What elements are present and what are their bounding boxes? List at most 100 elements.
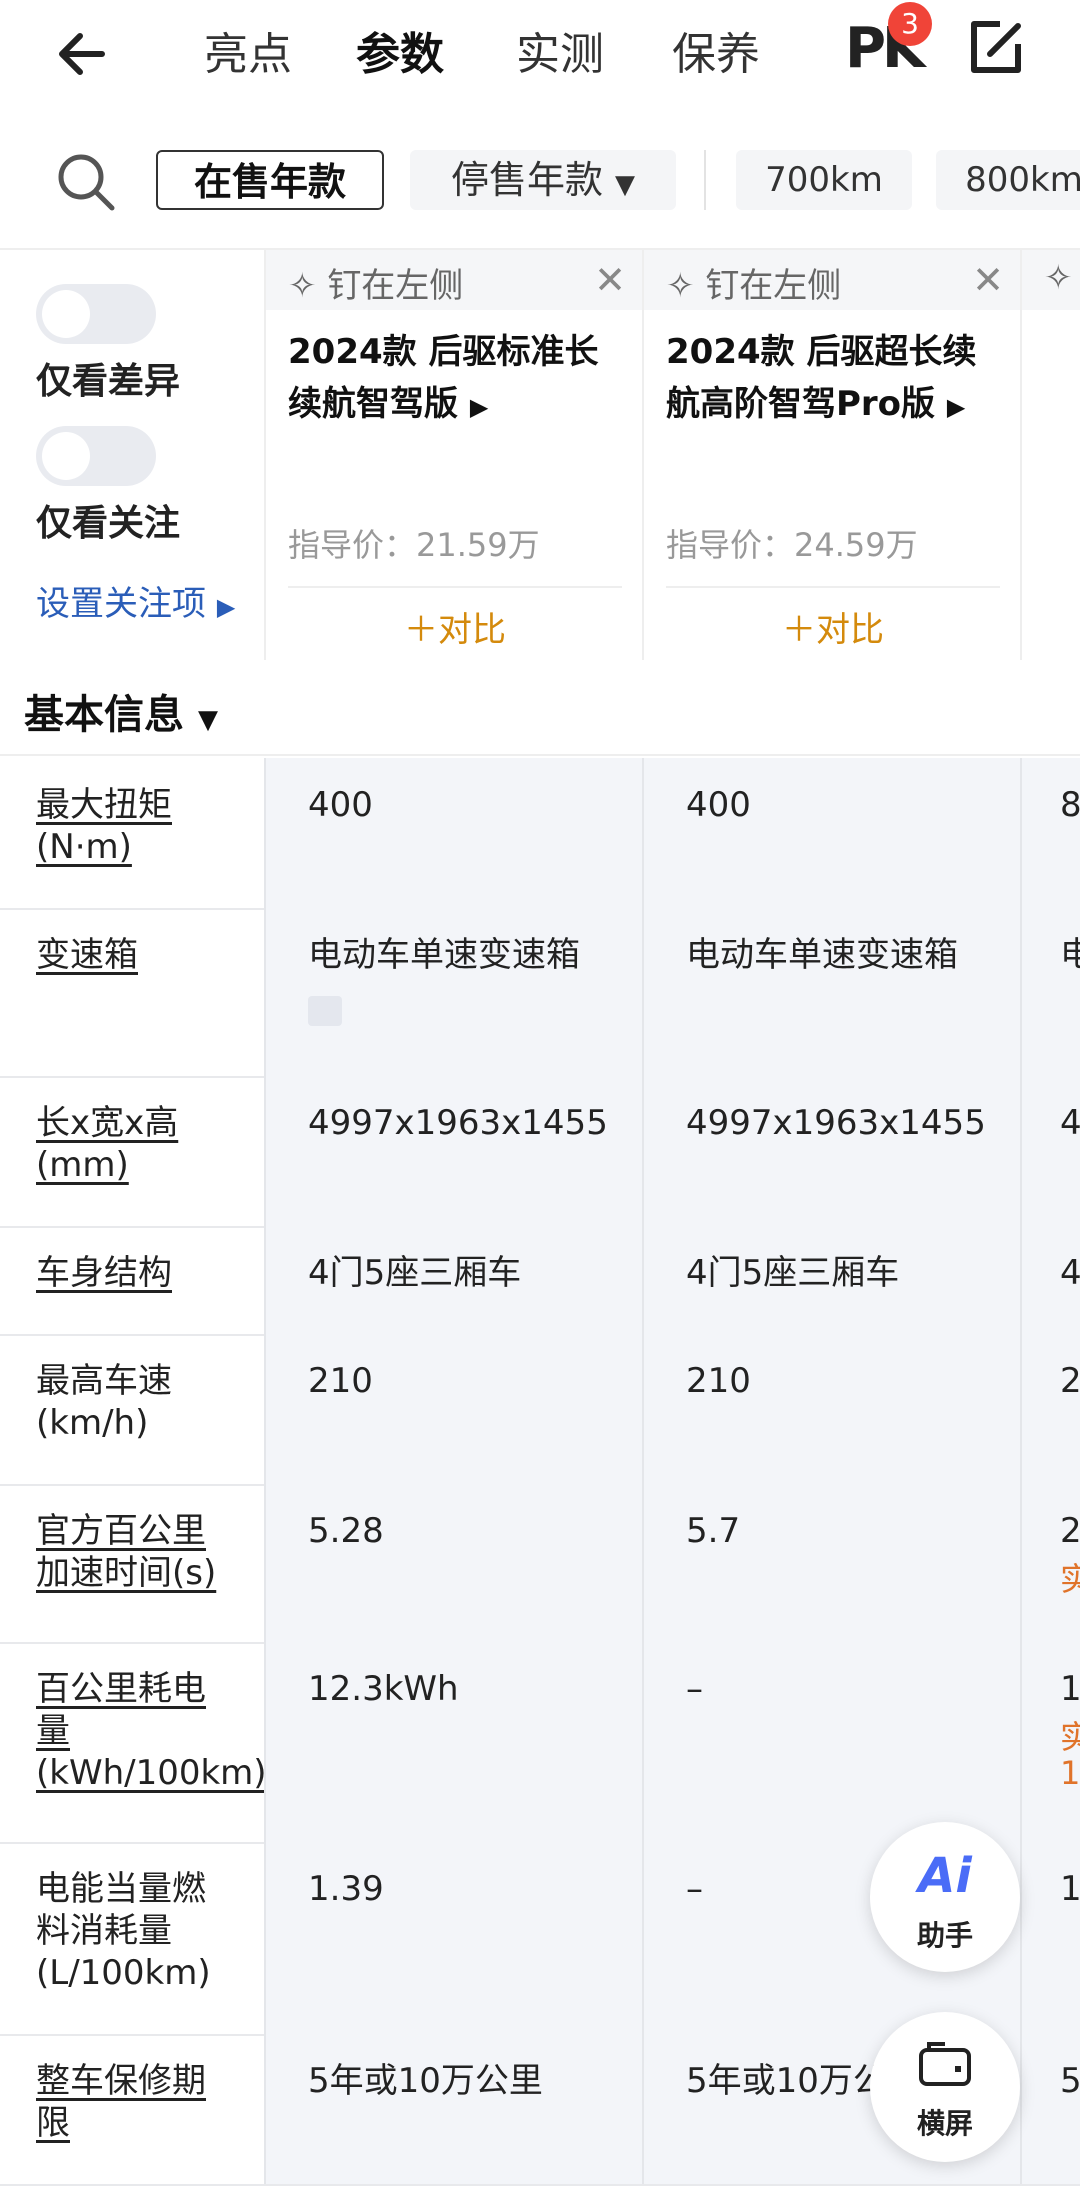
search-icon[interactable] <box>54 150 118 214</box>
car-name[interactable]: 2024款 后驱超长续航高阶智驾Pro版 ▶ <box>666 326 1006 433</box>
pin-icon: ✧ <box>666 266 695 306</box>
cell-value: 5 <box>1060 2061 1080 2101</box>
edit-share-icon[interactable] <box>960 12 1030 82</box>
set-focus-link[interactable]: 设置关注项 ▶ <box>36 576 235 625</box>
image-search-icon[interactable] <box>308 996 342 1026</box>
value-cell: 2 <box>1020 1334 1080 1484</box>
car-name-text: 2024款 后驱标准长续航智驾版 <box>288 332 599 424</box>
ai-logo-icon: Ai <box>918 1848 972 1904</box>
only-diff-toggle[interactable] <box>36 284 156 344</box>
divider <box>666 586 1000 588</box>
cell-value: 4门5座三厢车 <box>686 1253 900 1293</box>
caret-right-icon: ▶ <box>216 593 236 621</box>
close-icon[interactable]: ✕ <box>972 258 1004 302</box>
param-label-link[interactable]: 最大扭矩(N·m) <box>36 784 236 868</box>
top-nav: 亮点 参数 实测 保养 PK 3 <box>0 0 1080 110</box>
guide-price: 指导价：21.59万 <box>288 526 540 564</box>
car-name-text: 2024款 后驱超长续航高阶智驾Pro版 <box>666 332 977 424</box>
tab-params-label: 参数 <box>356 29 444 80</box>
range-chip-800[interactable]: 800km <box>936 150 1080 210</box>
value-cell: 210 <box>264 1334 642 1484</box>
back-arrow-icon[interactable] <box>50 22 114 86</box>
pin-left-button[interactable]: ✧ 钉在左侧 <box>288 258 463 307</box>
value-cell: 400 <box>264 758 642 908</box>
cell-value: – <box>686 1869 703 1909</box>
param-label-link[interactable]: 变速箱 <box>36 934 236 976</box>
filter-divider <box>704 150 706 210</box>
cell-value: 8 <box>1060 785 1080 825</box>
range-chip-700[interactable]: 700km <box>736 150 912 210</box>
cell-value: 1 <box>1060 1669 1080 1709</box>
cell-value: 4997x1963x1455 <box>308 1103 608 1143</box>
set-focus-label: 设置关注项 <box>36 584 206 624</box>
pin-icon: ✧ <box>288 266 317 306</box>
value-cell: 4门5座三厢车 <box>264 1226 642 1334</box>
param-label-link[interactable]: 百公里耗电量(kWh/100km) <box>36 1668 267 1794</box>
dropdown-caret-icon: ▼ <box>197 705 218 735</box>
add-compare-button[interactable]: ＋对比 <box>266 602 644 651</box>
tab-tests[interactable]: 实测 <box>516 18 604 82</box>
toggle-knob <box>42 432 90 480</box>
caret-right-icon: ▶ <box>946 393 966 421</box>
section-basic-info[interactable]: 基本信息 ▼ <box>0 660 1080 756</box>
value-cell: 4 <box>1020 1226 1080 1334</box>
cell-value: 400 <box>686 785 751 825</box>
value-cell: 电 <box>1020 908 1080 1076</box>
only-focus-toggle[interactable] <box>36 426 156 486</box>
value-cell: – <box>642 1642 1020 1842</box>
tab-params[interactable]: 参数 <box>356 18 444 84</box>
pk-count-badge: 3 <box>888 2 932 46</box>
value-cell: 4997x1963x1455 <box>264 1076 642 1226</box>
discontinued-years-dropdown[interactable]: 停售年款 ▼ <box>410 150 676 210</box>
pin-bar: ✧ 钉在左侧 ✕ <box>266 250 644 310</box>
ai-assistant-button[interactable]: Ai 助手 <box>870 1822 1020 1972</box>
close-icon[interactable]: ✕ <box>594 258 626 302</box>
measured-value: 1 <box>1060 1754 1080 1792</box>
cell-value: 210 <box>308 1361 373 1401</box>
value-cell: 电动车单速变速箱 <box>264 908 642 1076</box>
cell-value: 电 <box>1060 935 1080 975</box>
value-cell: 4门5座三厢车 <box>642 1226 1020 1334</box>
param-label-link[interactable]: 车身结构 <box>36 1252 236 1294</box>
pin-bar: ✧ 钉在左侧 ✕ <box>644 250 1022 310</box>
car-name[interactable]: 2024款 后驱标准长续航智驾版 ▶ <box>288 326 628 433</box>
value-cell: 12.3kWh <box>264 1642 642 1842</box>
tab-highlights[interactable]: 亮点 <box>204 18 292 82</box>
landscape-button[interactable]: 横屏 <box>870 2012 1020 2162</box>
cell-value: 4门5座三厢车 <box>308 1253 522 1293</box>
cell-value: 400 <box>308 785 373 825</box>
tab-maintenance[interactable]: 保养 <box>672 18 760 82</box>
cell-value: 210 <box>686 1361 751 1401</box>
param-label-link[interactable]: 长x宽x高(mm) <box>36 1102 236 1186</box>
pin-left-button[interactable]: ✧ 钉在左侧 <box>666 258 841 307</box>
only-diff-label: 仅看差异 <box>36 361 181 402</box>
measured-tag[interactable]: 实 <box>1060 1554 1080 1600</box>
on-sale-years-chip[interactable]: 在售年款 <box>156 150 384 210</box>
year-filter-bar: 在售年款 停售年款 ▼ 700km 800km <box>0 120 1080 246</box>
car-column-2: ✧ 钉在左侧 ✕ 2024款 后驱超长续航高阶智驾Pro版 ▶ 指导价：24.5… <box>642 250 1022 660</box>
section-title: 基本信息 ▼ <box>24 682 218 740</box>
value-cell: 5.7 <box>642 1484 1020 1642</box>
cell-value: 2 <box>1060 1361 1080 1401</box>
measured-tag[interactable]: 实 <box>1060 1712 1080 1758</box>
cell-value: 1.39 <box>308 1869 384 1909</box>
discontinued-label: 停售年款 <box>450 158 603 202</box>
cell-value: – <box>686 1669 703 1709</box>
param-label: 电能当量燃料消耗量(L/100km) <box>36 1869 211 1993</box>
table-row: 最大扭矩(N·m) 400 400 8 <box>0 758 1080 910</box>
compare-header: 仅看差异 仅看关注 设置关注项 ▶ ✧ 钉在左侧 ✕ 2024款 后驱标准长续航… <box>0 248 1080 662</box>
value-cell: 电动车单速变速箱 <box>642 908 1020 1076</box>
toggle-knob <box>42 290 90 338</box>
dropdown-caret-icon: ▼ <box>615 170 636 200</box>
param-label-link[interactable]: 整车保修期限 <box>36 2060 236 2144</box>
landscape-label: 横屏 <box>916 2107 973 2140</box>
value-cell: 1 实 1 <box>1020 1642 1080 1842</box>
only-focus-label: 仅看关注 <box>36 503 181 544</box>
pin-icon[interactable]: ✧ <box>1044 258 1073 298</box>
cell-value: 电动车单速变速箱 <box>308 935 580 975</box>
car-column-1: ✧ 钉在左侧 ✕ 2024款 后驱标准长续航智驾版 ▶ 指导价：21.59万 ＋… <box>264 250 644 660</box>
value-cell: 5年或10万公里 <box>264 2034 642 2184</box>
table-row: 官方百公里加速时间(s) 5.28 5.7 2 实 <box>0 1484 1080 1644</box>
param-label-link[interactable]: 官方百公里加速时间(s) <box>36 1510 236 1594</box>
add-compare-button[interactable]: ＋对比 <box>644 602 1022 651</box>
